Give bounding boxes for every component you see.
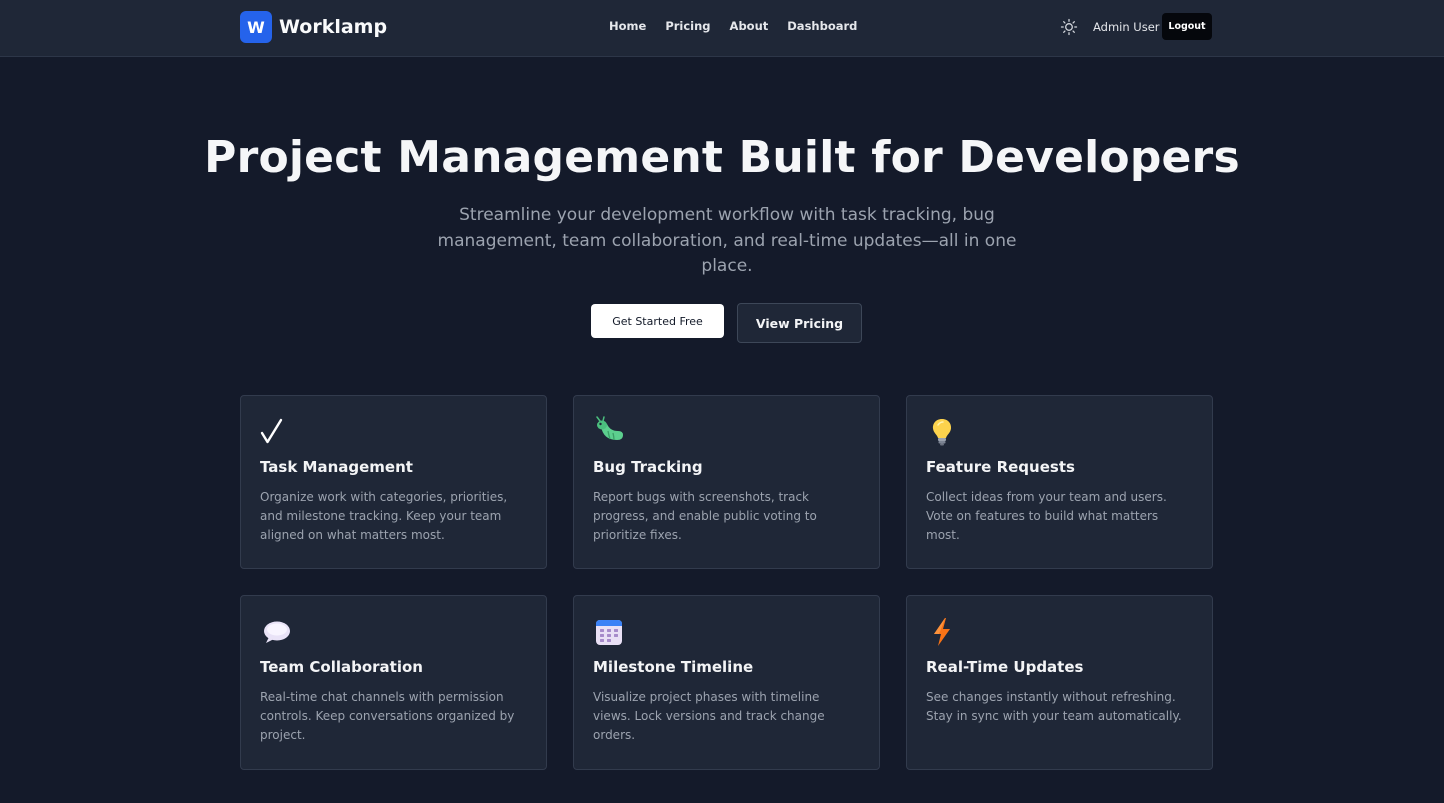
feature-title: Feature Requests	[926, 458, 1075, 476]
logout-button[interactable]: Logout	[1162, 13, 1212, 40]
sun-icon[interactable]	[1059, 17, 1079, 37]
get-started-button[interactable]: Get Started Free	[591, 304, 724, 338]
feature-title: Real-Time Updates	[926, 658, 1084, 676]
feature-card-team-collaboration: Team Collaboration Real-time chat channe…	[240, 595, 547, 770]
feature-description: See changes instantly without refreshing…	[926, 690, 1182, 723]
nav-link-pricing[interactable]: Pricing	[665, 19, 710, 33]
calendar-icon	[593, 616, 625, 648]
nav-link-dashboard[interactable]: Dashboard	[787, 19, 857, 33]
nav-link-home[interactable]: Home	[609, 19, 646, 33]
feature-description: Organize work with categories, prioritie…	[260, 490, 508, 542]
nav-link-about[interactable]: About	[730, 19, 769, 33]
main-nav: Home Pricing About Dashboard	[609, 19, 857, 33]
brand-logo-mark: W	[240, 11, 272, 43]
lightbulb-icon	[926, 416, 958, 448]
user-name: Admin User	[1093, 20, 1160, 34]
lightning-icon	[926, 616, 958, 648]
feature-title: Team Collaboration	[260, 658, 423, 676]
hero-title: Project Management Built for Developers	[204, 132, 1240, 183]
feature-description: Collect ideas from your team and users. …	[926, 490, 1167, 542]
bug-icon	[593, 416, 625, 448]
speech-bubble-icon	[260, 616, 292, 648]
feature-description: Real-time chat channels with permission …	[260, 690, 515, 742]
top-navbar: W Worklamp Home Pricing About Dashboard …	[0, 0, 1444, 57]
brand-logo-link[interactable]: W Worklamp	[240, 11, 387, 43]
feature-card-task-management: Task Management Organize work with categ…	[240, 395, 547, 569]
feature-card-bug-tracking: Bug Tracking Report bugs with screenshot…	[573, 395, 880, 569]
feature-title: Milestone Timeline	[593, 658, 754, 676]
feature-card-feature-requests: Feature Requests Collect ideas from your…	[906, 395, 1213, 569]
hero-subtitle: Streamline your development workflow wit…	[437, 205, 1017, 276]
feature-title: Bug Tracking	[593, 458, 703, 476]
feature-card-milestone-timeline: Milestone Timeline Visualize project pha…	[573, 595, 880, 770]
checkmark-icon	[260, 416, 292, 448]
brand-name: Worklamp	[279, 16, 388, 38]
feature-card-real-time-updates: Real-Time Updates See changes instantly …	[906, 595, 1213, 770]
feature-description: Visualize project phases with timeline v…	[593, 690, 825, 742]
view-pricing-button[interactable]: View Pricing	[737, 303, 862, 343]
feature-description: Report bugs with screenshots, track prog…	[593, 490, 817, 542]
feature-title: Task Management	[260, 458, 413, 476]
